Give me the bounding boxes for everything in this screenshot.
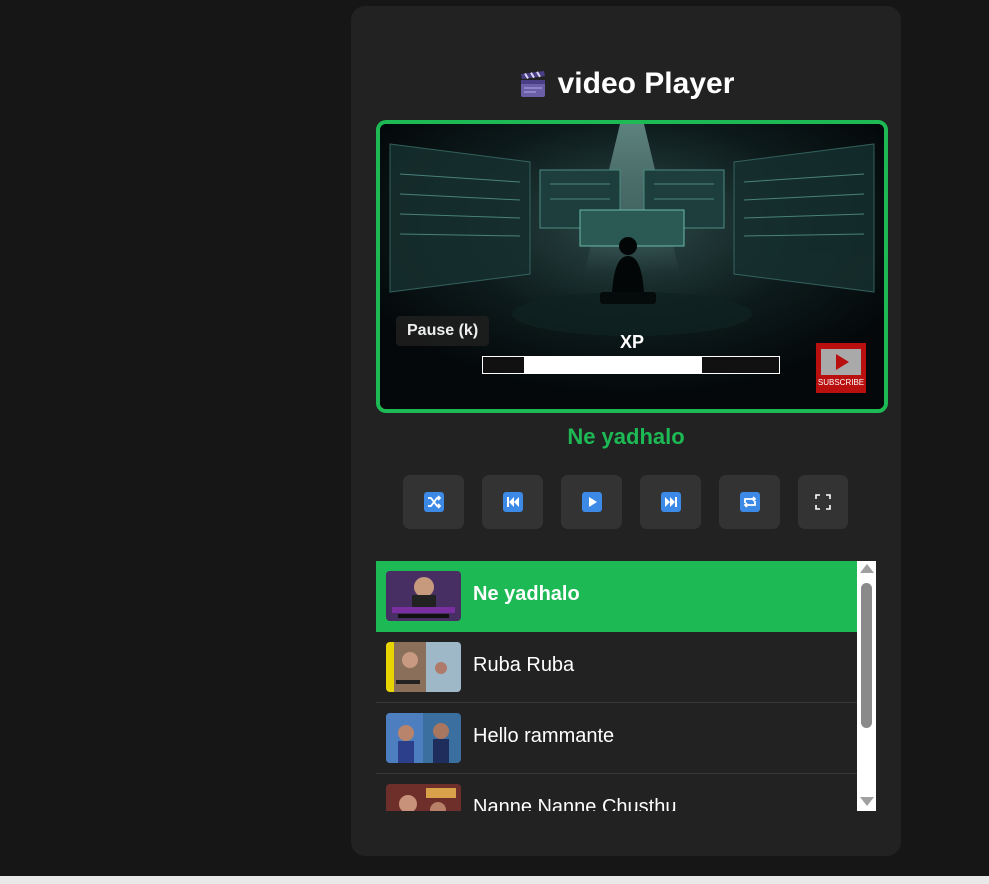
repeat-button[interactable] — [719, 475, 780, 529]
fullscreen-icon — [815, 494, 831, 510]
previous-button[interactable] — [482, 475, 543, 529]
player-header: video Player — [351, 64, 901, 104]
next-button[interactable] — [640, 475, 701, 529]
clapper-board-icon — [520, 71, 545, 97]
video-frame[interactable]: Pause (k) XP SUBSCRIBE — [376, 120, 888, 413]
subscribe-button[interactable]: SUBSCRIBE — [816, 343, 866, 393]
video-player-card: video Player Pause (k) XP SUBSCRIBE Ne y… — [351, 6, 901, 856]
xp-label: XP — [619, 332, 644, 352]
skip-next-icon — [660, 492, 681, 512]
skip-previous-icon — [502, 492, 523, 512]
playlist-item-title: Nanne Nanne Chusthu — [473, 796, 677, 811]
repeat-icon — [739, 492, 760, 512]
now-playing-title: Ne yadhalo — [567, 424, 685, 449]
shuffle-button[interactable] — [403, 475, 464, 529]
bottom-edge — [0, 876, 989, 884]
xp-progress-bar — [482, 356, 780, 374]
shuffle-icon — [423, 492, 444, 512]
video-thumbnail — [386, 713, 461, 763]
playlist-item[interactable]: Hello rammante — [376, 703, 857, 774]
scroll-down-arrow-icon[interactable] — [860, 797, 874, 806]
playlist-item-title: Hello rammante — [473, 725, 615, 747]
playlist-item-title: Ruba Ruba — [473, 654, 575, 676]
fullscreen-button[interactable] — [798, 475, 848, 529]
playlist-scrollbar[interactable] — [857, 561, 876, 811]
playlist[interactable]: Ne yadhalo Ruba Ruba Hello rammante Nann… — [376, 561, 876, 811]
youtube-play-icon — [821, 349, 861, 375]
subscribe-label: SUBSCRIBE — [817, 378, 865, 387]
scrollbar-thumb[interactable] — [861, 583, 872, 728]
playlist-item[interactable]: Ne yadhalo — [376, 561, 857, 632]
playlist-item[interactable]: Ruba Ruba — [376, 632, 857, 703]
xp-progress-fill — [524, 357, 703, 373]
playlist-item[interactable]: Nanne Nanne Chusthu — [376, 774, 857, 811]
play-button[interactable] — [561, 475, 622, 529]
video-thumbnail — [386, 784, 461, 811]
play-icon — [581, 492, 602, 512]
playlist-item-title: Ne yadhalo — [473, 583, 580, 605]
page-title: video Player — [557, 67, 735, 100]
video-thumbnail — [386, 642, 461, 692]
video-thumbnail — [386, 571, 461, 621]
scroll-up-arrow-icon[interactable] — [860, 564, 874, 573]
